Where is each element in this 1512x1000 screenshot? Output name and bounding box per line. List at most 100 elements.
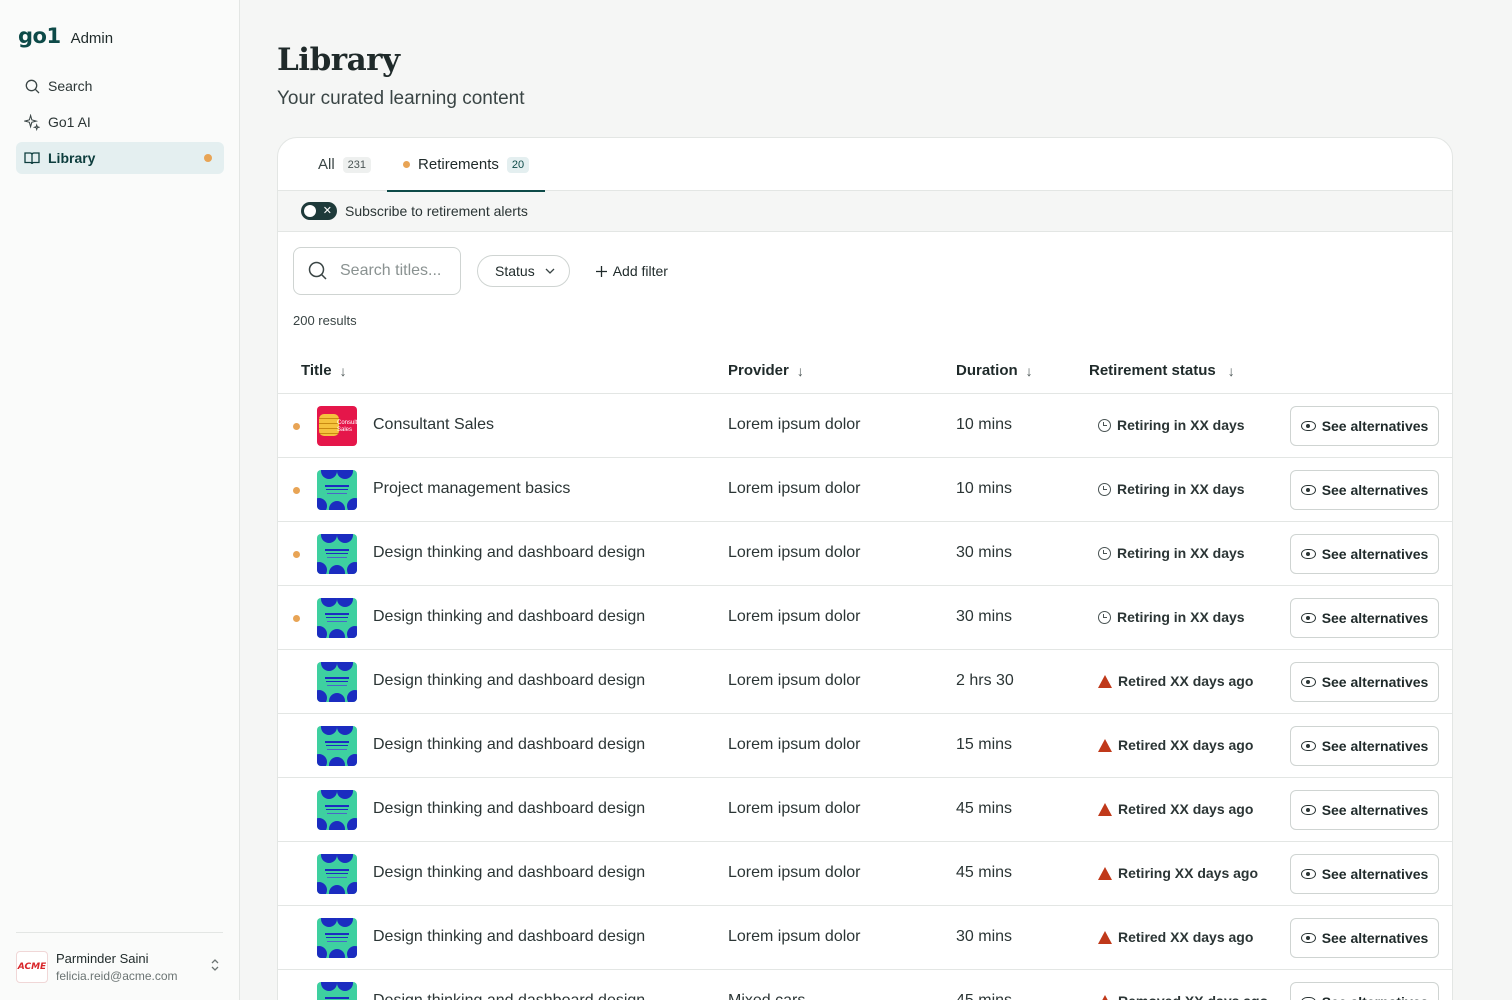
table-row[interactable]: Design thinking and dashboard design Lore…: [278, 906, 1452, 970]
course-title[interactable]: Design thinking and dashboard design: [373, 608, 645, 626]
table-row[interactable]: Design thinking and dashboard design Lore…: [278, 778, 1452, 842]
warning-icon: [1098, 930, 1112, 944]
retirement-status-text: Retired XX days ago: [1118, 673, 1254, 689]
column-header-provider[interactable]: Provider ↓: [728, 362, 804, 379]
sort-arrow-icon: ↓: [796, 362, 804, 379]
retirement-alerts-label: Subscribe to retirement alerts: [345, 203, 528, 219]
eye-icon: [1300, 613, 1316, 623]
course-thumbnail: [317, 662, 357, 702]
column-status-label: Retirement status: [1089, 362, 1216, 379]
warning-icon: [1098, 674, 1112, 688]
course-thumbnail: [317, 534, 357, 574]
search-box[interactable]: [293, 247, 461, 295]
course-title[interactable]: Design thinking and dashboard design: [373, 800, 645, 818]
table-row[interactable]: Design thinking and dashboard design Lore…: [278, 714, 1452, 778]
retirement-status-text: Retiring in XX days: [1117, 417, 1245, 433]
toggle-knob: [304, 205, 316, 217]
course-title[interactable]: Consultant Sales: [373, 416, 494, 434]
course-thumbnail: [317, 918, 357, 958]
plus-icon: [595, 265, 607, 277]
course-duration: 45 mins: [956, 992, 1012, 1000]
see-alternatives-button[interactable]: See alternatives: [1290, 918, 1439, 958]
unread-dot: [293, 487, 300, 494]
course-title[interactable]: Design thinking and dashboard design: [373, 544, 645, 562]
course-title[interactable]: Design thinking and dashboard design: [373, 928, 645, 946]
notification-dot: [204, 154, 212, 162]
retirement-status-text: Removed XX days ago: [1118, 993, 1268, 1000]
see-alternatives-button[interactable]: See alternatives: [1290, 534, 1439, 574]
course-title[interactable]: Design thinking and dashboard design: [373, 672, 645, 690]
see-alternatives-label: See alternatives: [1321, 610, 1429, 626]
retirement-status-text: Retired XX days ago: [1118, 801, 1254, 817]
tab-all[interactable]: All 231: [302, 138, 387, 191]
table-row[interactable]: Design thinking and dashboard design Lore…: [278, 522, 1452, 586]
user-menu[interactable]: ACME Parminder Saini felicia.reid@acme.c…: [16, 932, 223, 1000]
see-alternatives-button[interactable]: See alternatives: [1290, 470, 1439, 510]
course-provider: Lorem ipsum dolor: [728, 480, 861, 497]
chevron-up-down-icon[interactable]: [207, 958, 223, 975]
table-row[interactable]: Design thinking and dashboard design Mixe…: [278, 970, 1452, 1000]
course-thumbnail: [317, 790, 357, 830]
see-alternatives-label: See alternatives: [1321, 738, 1429, 754]
course-thumbnail: [317, 982, 357, 1000]
column-header-status[interactable]: Retirement status ↓: [1089, 362, 1235, 379]
sidebar-item-search[interactable]: Search: [16, 70, 224, 102]
sort-arrow-icon: ↓: [339, 362, 347, 379]
see-alternatives-button[interactable]: See alternatives: [1290, 598, 1439, 638]
table-row[interactable]: Design thinking and dashboard design Lore…: [278, 586, 1452, 650]
filter-bar: Status Add filter: [293, 247, 678, 295]
course-title[interactable]: Design thinking and dashboard design: [373, 736, 645, 754]
retirement-status-text: Retired XX days ago: [1118, 929, 1254, 945]
column-duration-label: Duration: [956, 362, 1018, 379]
course-duration: 30 mins: [956, 544, 1013, 561]
course-provider: Lorem ipsum dolor: [728, 864, 861, 881]
notification-dot: [403, 161, 411, 168]
warning-icon: [1098, 738, 1112, 752]
table-row[interactable]: Design thinking and dashboard design Lore…: [278, 650, 1452, 714]
sidebar-item-go1-ai[interactable]: Go1 AI: [16, 106, 224, 138]
see-alternatives-button[interactable]: See alternatives: [1290, 982, 1439, 1000]
retirement-alerts-bar: ✕ Subscribe to retirement alerts: [278, 191, 1452, 232]
sidebar: go1 Admin Search Go1 AI Library ACME Parmi…: [0, 0, 240, 1000]
sidebar-item-library[interactable]: Library: [16, 142, 224, 174]
retirement-status: Retiring in XX days: [1098, 417, 1245, 433]
eye-icon: [1300, 869, 1316, 879]
sidebar-nav: Search Go1 AI Library: [16, 70, 224, 178]
clock-icon: [1098, 610, 1111, 624]
table-row[interactable]: Design thinking and dashboard design Lore…: [278, 842, 1452, 906]
sidebar-item-label: Library: [48, 150, 96, 166]
add-filter-button[interactable]: Add filter: [586, 263, 678, 279]
clock-icon: [1098, 546, 1111, 560]
column-header-duration[interactable]: Duration ↓: [956, 362, 1033, 379]
search-icon: [308, 261, 327, 280]
course-title[interactable]: Design thinking and dashboard design: [373, 864, 645, 882]
see-alternatives-button[interactable]: See alternatives: [1290, 790, 1439, 830]
course-duration: 10 mins: [956, 416, 1013, 433]
close-icon: ✕: [322, 205, 332, 217]
course-thumbnail: [317, 598, 357, 638]
status-filter-label: Status: [495, 263, 535, 279]
unread-dot: [293, 551, 300, 558]
column-title-label: Title: [301, 362, 332, 379]
sort-arrow-icon: ↓: [1025, 362, 1033, 379]
course-title[interactable]: Project management basics: [373, 480, 570, 498]
see-alternatives-button[interactable]: See alternatives: [1290, 662, 1439, 702]
unread-dot: [293, 423, 300, 430]
see-alternatives-button[interactable]: See alternatives: [1290, 726, 1439, 766]
see-alternatives-label: See alternatives: [1321, 674, 1429, 690]
brand[interactable]: go1 Admin: [18, 24, 113, 48]
see-alternatives-button[interactable]: See alternatives: [1290, 406, 1439, 446]
course-provider: Lorem ipsum dolor: [728, 608, 861, 625]
table-row[interactable]: Project management basics Lorem ipsum dol…: [278, 458, 1452, 522]
see-alternatives-button[interactable]: See alternatives: [1290, 854, 1439, 894]
retirement-alerts-toggle[interactable]: ✕: [301, 202, 337, 220]
tab-retirements[interactable]: Retirements 20: [387, 138, 546, 192]
column-header-title[interactable]: Title ↓: [301, 362, 347, 379]
see-alternatives-label: See alternatives: [1322, 994, 1429, 1000]
eye-icon: [1300, 421, 1316, 431]
course-title[interactable]: Design thinking and dashboard design: [373, 992, 645, 1000]
status-filter-button[interactable]: Status: [477, 255, 570, 287]
search-input[interactable]: [340, 262, 450, 280]
table-row[interactable]: Consult Sales Consultant Sales Lorem ipsum…: [278, 394, 1452, 458]
tab-count-badge: 20: [506, 156, 530, 173]
